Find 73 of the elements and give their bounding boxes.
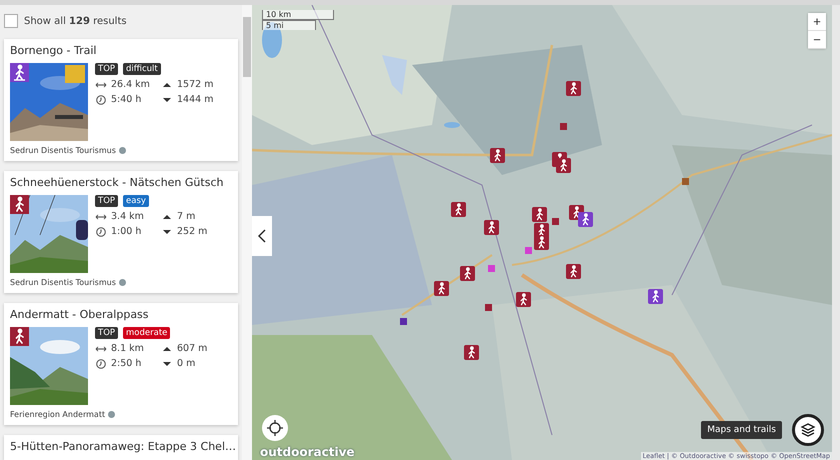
duration-text: 2:50 h [111, 358, 142, 369]
verified-icon [118, 147, 126, 154]
point-marker-icon[interactable] [400, 318, 407, 325]
tour-title[interactable]: Bornengo - Trail [10, 44, 232, 58]
chevron-left-icon [258, 229, 266, 243]
hiker-marker-icon[interactable] [566, 81, 581, 96]
difficulty-tag: difficult [123, 63, 161, 75]
hiker-marker-icon[interactable] [434, 281, 449, 296]
descent-text: 1444 m [177, 94, 214, 105]
checkbox[interactable] [4, 14, 18, 28]
hiker-marker-icon[interactable] [532, 207, 547, 222]
point-marker-icon[interactable] [560, 123, 567, 130]
snowshoe-marker-icon[interactable] [648, 289, 663, 304]
hiker-marker-icon[interactable] [484, 220, 499, 235]
point-marker-icon[interactable] [525, 247, 532, 254]
distance-text: 8.1 km [111, 343, 144, 354]
source-text: Sedrun Disentis Tourismus [10, 278, 116, 287]
zoom-in-button[interactable]: + [808, 13, 826, 31]
tour-card[interactable]: 5-Hütten-Panoramaweg: Etappe 3 Chel… [4, 435, 238, 460]
hiker-marker-icon[interactable] [534, 235, 549, 250]
verified-icon [118, 279, 126, 286]
tour-card[interactable]: Andermatt - Oberalppass TOP moderate 8.1 km 607 m 2:50 h 0 m Ferienregion Andermatt [4, 303, 238, 425]
top-tag: TOP [95, 63, 118, 75]
ascent-text: 1572 m [177, 79, 214, 90]
snowshoe-hiker-icon [10, 63, 29, 82]
ascent-text: 7 m [177, 211, 196, 222]
show-all-label: Show all 129 results [24, 16, 127, 26]
tooltip: Maps and trails [701, 421, 782, 439]
point-marker-icon[interactable] [552, 218, 559, 225]
point-marker-icon[interactable] [485, 304, 492, 311]
distance-arrows-icon [95, 344, 107, 354]
hiker-marker-icon[interactable] [566, 264, 581, 279]
hiker-marker-icon[interactable] [460, 266, 475, 281]
tour-title[interactable]: Schneehüenerstock - Nätschen Gütsch [10, 176, 232, 190]
distance-text: 3.4 km [111, 211, 144, 222]
tour-card[interactable]: Schneehüenerstock - Nätschen Gütsch TOP easy 3.4 km 7 m 1:00 h 252 m Sedrun Disentis Tourismus [4, 171, 238, 293]
duration-text: 5:40 h [111, 94, 142, 105]
point-marker-icon[interactable] [682, 178, 689, 185]
layers-icon [800, 422, 816, 438]
hiker-marker-icon[interactable] [556, 158, 571, 173]
hiker-marker-icon[interactable] [490, 148, 505, 163]
hiker-marker-icon[interactable] [464, 345, 479, 360]
hiker-icon [10, 327, 29, 346]
ascent-text: 607 m [177, 343, 208, 354]
top-tag: TOP [95, 195, 118, 207]
scrollbar[interactable] [242, 5, 252, 460]
logo: outdooractive [260, 445, 355, 459]
top-tag: TOP [95, 327, 118, 339]
source-text: Sedrun Disentis Tourismus [10, 146, 116, 155]
verified-icon [108, 411, 116, 418]
hiker-icon [10, 195, 29, 214]
collapse-panel-button[interactable] [252, 216, 272, 256]
scale-bar: 10 km [262, 10, 334, 20]
tour-title[interactable]: Andermatt - Oberalppass [10, 308, 232, 322]
clock-icon [95, 94, 107, 104]
scale-bar: 5 mi [262, 20, 316, 30]
descent-text: 252 m [177, 226, 208, 237]
hiker-marker-icon[interactable] [516, 292, 531, 307]
snowshoe-marker-icon[interactable] [578, 212, 593, 227]
difficulty-tag: moderate [123, 327, 170, 339]
distance-text: 26.4 km [111, 79, 150, 90]
hiker-marker-icon[interactable] [451, 202, 466, 217]
tour-card[interactable]: Bornengo - Trail TOP difficult 26.4 km 1572 m 5:40 h 1444 m Sedrun Disentis Tourismus [4, 39, 238, 161]
clock-icon [95, 226, 107, 236]
distance-arrows-icon [95, 80, 107, 90]
source-text: Ferienregion Andermatt [10, 410, 106, 419]
distance-arrows-icon [95, 212, 107, 222]
point-marker-icon[interactable] [488, 265, 495, 272]
clock-icon [95, 358, 107, 368]
duration-text: 1:00 h [111, 226, 142, 237]
zoom-out-button[interactable]: − [808, 31, 826, 49]
descent-text: 0 m [177, 358, 196, 369]
difficulty-tag: easy [123, 195, 149, 207]
